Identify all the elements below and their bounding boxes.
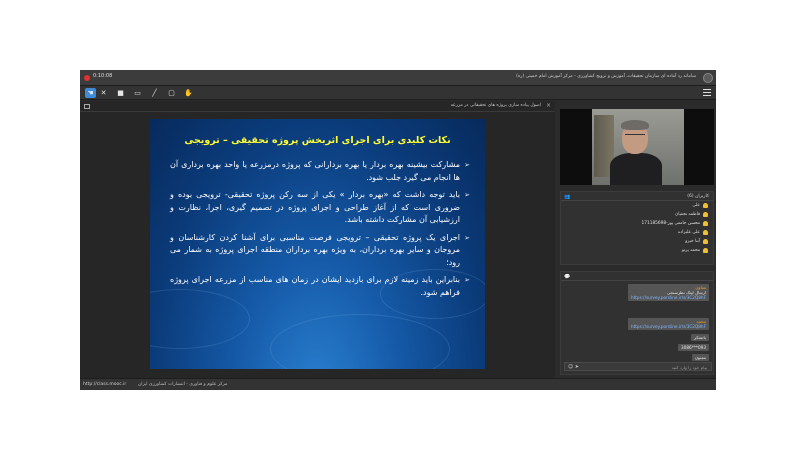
emoji-icon[interactable]: ☺ ➤ [568,364,579,370]
close-icon[interactable]: × [546,102,551,109]
session-timer: 0:10:08 [93,73,113,79]
chat-icon[interactable]: 💬 [564,274,570,280]
chat-message: 093***3086 [678,344,709,351]
pen-icon[interactable]: ╱ [149,88,160,98]
user-icon [703,248,708,253]
bullet-text: اجرای یک پروژه تحقیقی – ترویجی فرصت مناس… [170,232,460,267]
app-window: 0:10:08 سامانه رد آماده ای سازمان تحقیقا… [80,70,716,390]
window-title: سامانه رد آماده ای سازمان تحقیقات، آموزش… [516,74,696,79]
slide-bullets: ➢ مشارکت بیشینه بهره بردار یا بهره بردار… [170,159,470,304]
slide-bullet: ➢ باید توجه داشت که «بهره بردار » یکی از… [170,189,470,227]
user-item[interactable]: آتنا خیزو [561,237,713,246]
user-name: علی [692,203,700,208]
user-icon [703,221,708,226]
bullet-arrow-icon: ➢ [464,276,470,284]
presenter-glasses [625,134,645,138]
bullet-text: بنابراین باید زمینه لازم برای بازدید ایش… [170,275,460,297]
chat-panel: 💬 معاون ارسال لینک نظرسنجی https://surve… [560,271,714,375]
recording-icon [84,75,90,81]
tools-icon[interactable]: ✕ [98,88,109,98]
hand-icon[interactable]: ✋ [183,88,194,98]
status-url[interactable]: http://class.mooc.ir [83,382,126,387]
bullet-arrow-icon: ➢ [464,191,470,199]
users-panel-header: 👥 کاربران (6) [561,192,713,201]
document-icon[interactable] [84,104,90,109]
user-name: فاطمه نجفیان [675,212,700,217]
slide: نکات کلیدی برای اجرای اثربخش پروژه تحقیق… [150,119,485,369]
bullet-arrow-icon: ➢ [464,233,470,242]
webcam-video [560,109,714,185]
bullet-arrow-icon: ➢ [464,161,470,169]
screen-icon[interactable]: ▭ [132,88,143,98]
user-item[interactable]: علی [561,201,713,210]
chat-message: معاون ارسال لینک نظرسنجی https://survey.… [627,284,709,301]
message-link[interactable]: https://survey.porsline.ir/s/3C2Q8hF [631,324,706,329]
message-link[interactable]: https://survey.porsline.ir/s/3C2Q8hF [631,295,706,300]
bullet-text: باید توجه داشت که «بهره بردار » یکی از س… [170,190,460,224]
user-item[interactable]: محمد پرتو [561,246,713,255]
menu-icon[interactable] [703,89,711,96]
slide-bullet: ➢ بنابراین باید زمینه لازم برای بازدید ا… [170,274,470,299]
user-icon [703,212,708,217]
users-icon[interactable]: 👥 [564,194,570,200]
message-text: باتشکر [694,335,706,340]
user-name: محسن جامعی پور-171185698 [641,221,700,226]
ripple-decoration [270,314,450,369]
user-name: آتنا خیزو [685,239,700,244]
slide-bullet: ➢ اجرای یک پروژه تحقیقی – ترویجی فرصت من… [170,232,470,270]
chat-input-placeholder: پیام خود را وارد کنید [671,365,707,370]
slide-bullet: ➢ مشارکت بیشینه بهره بردار یا بهره بردار… [170,159,470,184]
user-item[interactable]: فاطمه نجفیان [561,210,713,219]
toolbar: ☚ ✕ ■ ▭ ╱ ▢ ✋ [80,86,716,100]
user-icon [703,203,708,208]
chat-message: باتشکر [691,334,709,341]
chat-input[interactable]: ☺ ➤ پیام خود را وارد کنید [564,362,712,371]
user-item[interactable]: محسن جامعی پور-171185698 [561,219,713,228]
chat-panel-header: 💬 [561,272,713,281]
presentation-header: اصول پیاده سازی پروژه های تحقیقاتی در مز… [80,101,555,112]
presenter-hair [621,120,649,130]
chat-message: محمد https://survey.porsline.ir/s/3C2Q8h… [627,318,709,330]
chat-message: ممنون [691,354,709,361]
users-panel-title: کاربران (6) [687,194,709,199]
side-panel: 👥 کاربران (6) علی فاطمه نجفیان محسن جامع… [558,101,716,378]
user-item[interactable]: علی علیزاده [561,228,713,237]
user-icon [703,239,708,244]
message-text: ممنون [694,355,706,360]
slide-title: نکات کلیدی برای اجرای اثربخش پروژه تحقیق… [184,135,451,146]
title-bar: 0:10:08 سامانه رد آماده ای سازمان تحقیقا… [80,70,716,86]
status-org: مرکز علوم و فناوری - انتشارات کشاورزی ای… [138,382,228,387]
presentation-title: اصول پیاده سازی پروژه های تحقیقاتی در مز… [450,103,541,108]
user-name: محمد پرتو [681,248,700,253]
presentation-panel: اصول پیاده سازی پروژه های تحقیقاتی در مز… [80,101,555,378]
message-text: 093***3086 [681,345,706,350]
whiteboard-icon[interactable]: ▢ [166,88,177,98]
camera-icon[interactable]: ■ [115,88,126,98]
user-icon [703,230,708,235]
logo-icon [703,73,713,83]
user-name: علی علیزاده [678,230,700,235]
pointer-icon[interactable]: ☚ [85,88,96,98]
status-bar: http://class.mooc.ir مرکز علوم و فناوری … [80,378,716,390]
presenter-body [610,153,662,185]
users-panel: 👥 کاربران (6) علی فاطمه نجفیان محسن جامع… [560,191,714,265]
bullet-text: مشارکت بیشینه بهره بردار یا بهره برداران… [170,160,460,182]
